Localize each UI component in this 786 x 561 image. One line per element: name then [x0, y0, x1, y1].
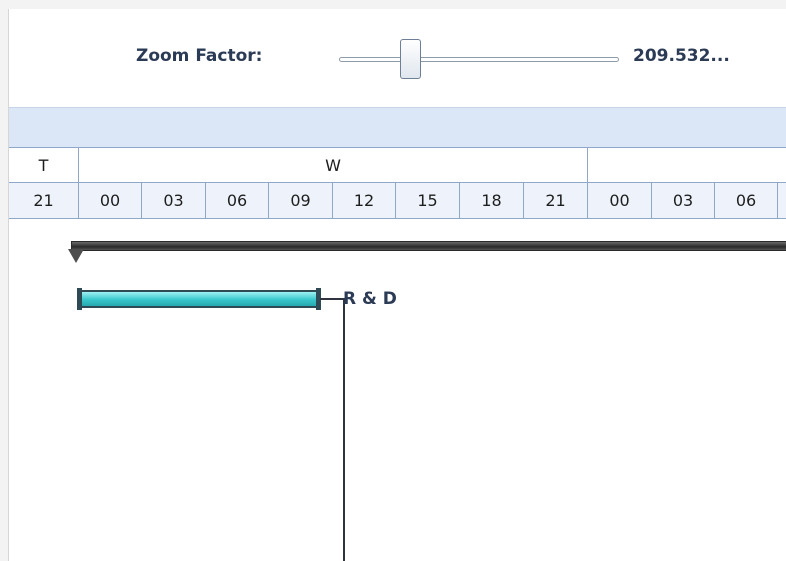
task-bar-start-handle[interactable] [77, 288, 82, 310]
dependency-connector [320, 298, 344, 300]
timeline-hour-row: 21 00 03 06 09 12 15 18 21 00 03 06 [9, 182, 786, 219]
day-cell [588, 148, 786, 183]
hour-cell: 12 [333, 183, 396, 218]
task-label: R & D [343, 289, 397, 309]
zoom-slider-track[interactable] [339, 57, 619, 62]
zoom-factor-value: 209.532... [633, 46, 730, 66]
dependency-connector-line [343, 298, 345, 561]
hour-cell: 18 [460, 183, 524, 218]
hour-cell: 09 [269, 183, 333, 218]
day-cell: T [9, 148, 79, 183]
hour-cell: 00 [588, 183, 652, 218]
hour-cell: 03 [652, 183, 715, 218]
timeline-day-row: T W [9, 147, 786, 183]
summary-task-bar[interactable] [71, 241, 786, 251]
hour-cell: 00 [79, 183, 142, 218]
hour-cell: 06 [715, 183, 778, 218]
hour-cell: 21 [9, 183, 79, 218]
gantt-panel: Zoom Factor: 209.532... T W 21 00 03 06 … [8, 9, 786, 561]
hour-cell [778, 183, 786, 218]
task-bar-rnd[interactable] [79, 290, 319, 308]
summary-start-marker [68, 249, 84, 263]
day-cell: W [79, 148, 588, 183]
hour-cell: 15 [396, 183, 460, 218]
hour-cell: 03 [142, 183, 206, 218]
timeline-header-strip [9, 107, 786, 148]
zoom-factor-label: Zoom Factor: [136, 46, 263, 66]
zoom-slider-thumb[interactable] [400, 39, 421, 79]
hour-cell: 21 [524, 183, 588, 218]
hour-cell: 06 [206, 183, 269, 218]
